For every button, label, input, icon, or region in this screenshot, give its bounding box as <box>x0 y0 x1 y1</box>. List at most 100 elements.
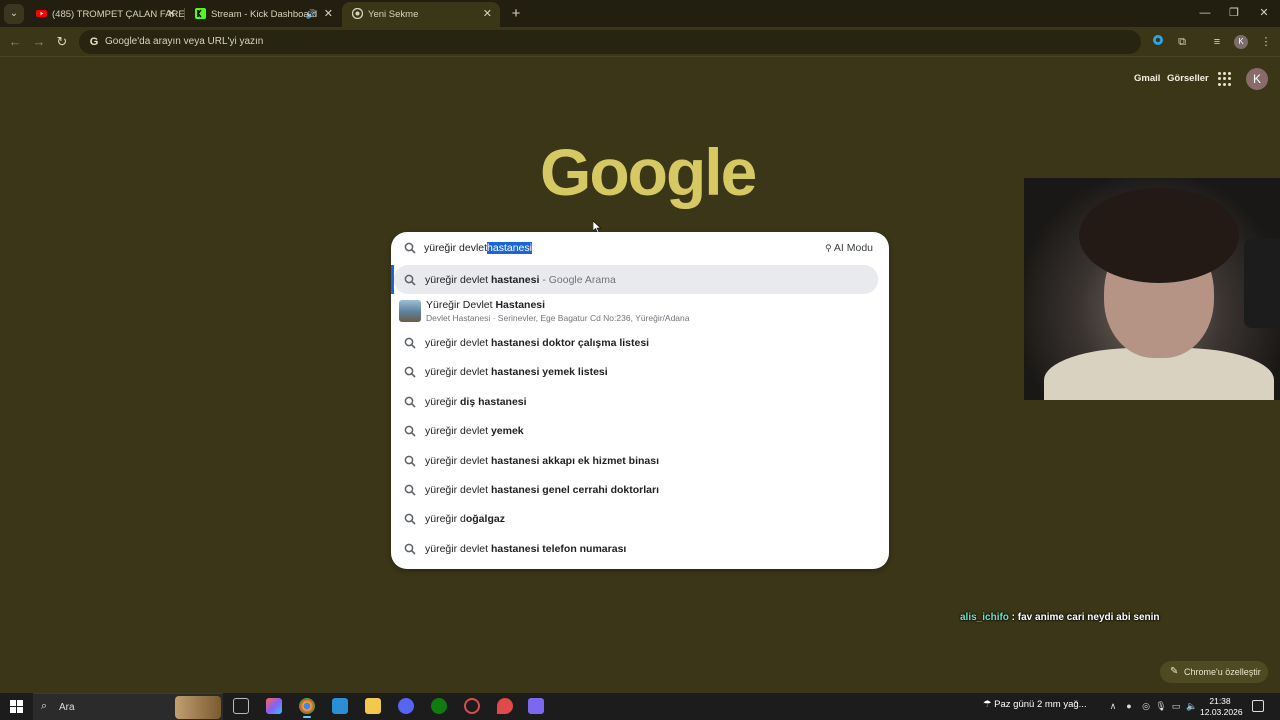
copilot-icon[interactable] <box>266 698 282 714</box>
search-icon <box>404 543 416 555</box>
close-icon[interactable]: ✕ <box>483 2 492 27</box>
menu-kebab-icon[interactable]: ⋮ <box>1258 34 1274 50</box>
microphone-icon[interactable]: 🎙 <box>1155 700 1167 712</box>
minimize-icon[interactable]: — <box>1196 4 1214 22</box>
tab-new-tab[interactable]: Yeni Sekme ✕ <box>342 2 500 27</box>
suggestion-text: yüreğir devlet hastanesi akkapı ek hizme… <box>425 454 660 467</box>
taskbar-search[interactable]: ⌕ Ara <box>33 693 223 720</box>
highlight-bar <box>391 265 394 294</box>
file-explorer-icon[interactable] <box>365 698 381 714</box>
rain-umbrella-icon: ☂ <box>983 699 992 710</box>
suggestion-text: yüreğir devlet hastanesi genel cerrahi d… <box>425 484 660 496</box>
suggestion-google-search[interactable]: yüreğir devlet hastanesi - Google Arama <box>391 265 878 294</box>
suggestion-item[interactable]: yüreğir devlet hastanesi telefon numaras… <box>391 534 889 563</box>
chrome-icon <box>351 4 364 20</box>
extension-copilot-icon[interactable] <box>1150 34 1166 50</box>
close-icon[interactable]: ✕ <box>324 2 333 27</box>
search-icon <box>404 514 416 525</box>
reload-icon[interactable]: ↻ <box>53 33 71 51</box>
search-icon <box>404 242 416 254</box>
search-suggestions-panel: yüreğir devlethastanesi ⚲ AI Modu yüreği… <box>391 232 889 569</box>
suggestion-text: yüreğir devlet yemek <box>425 425 524 438</box>
obs-icon[interactable] <box>464 698 480 714</box>
suggestion-item[interactable]: yüreğir devlet hastanesi genel cerrahi d… <box>391 475 889 504</box>
search-icon <box>404 484 416 496</box>
address-placeholder: Google'da arayın veya URL'yi yazın <box>105 36 264 47</box>
youtube-icon <box>36 4 47 17</box>
webcam-overlay <box>1024 178 1280 400</box>
pencil-icon: ✎ <box>1170 666 1179 677</box>
tab-title: Stream - Kick Dashboard <box>211 9 318 20</box>
browser-toolbar: ← → ↻ G Google'da arayın veya URL'yi yaz… <box>0 27 1280 57</box>
hospital-thumbnail <box>399 300 421 322</box>
chrome-taskbar-icon[interactable] <box>299 698 315 718</box>
suggestion-text: yüreğir doğalgaz <box>425 513 505 526</box>
chevron-up-icon[interactable]: ∧ <box>1107 700 1119 712</box>
new-tab-button[interactable]: + <box>506 4 526 24</box>
suggestion-item[interactable]: yüreğir devlet hastanesi yemek listesi <box>391 357 889 386</box>
volume-icon[interactable]: 🔈 <box>1186 700 1198 712</box>
tray-app-2-icon[interactable]: ◎ <box>1140 700 1152 712</box>
clock[interactable]: 21:38 12.03.2026 <box>1200 696 1243 718</box>
search-icon <box>404 337 416 349</box>
suggestion-text: yüreğir diş hastanesi <box>425 395 527 408</box>
suggestion-place-result[interactable]: Yüreğir Devlet Hastanesi Devlet Hastanes… <box>391 296 889 326</box>
notification-icon[interactable] <box>1252 700 1264 712</box>
suggestion-text: yüreğir devlet hastanesi doktor çalışma … <box>425 337 650 349</box>
streamer-hair <box>1079 188 1239 283</box>
search-icon <box>404 274 416 286</box>
search-query: yüreğir devlethastanesi <box>424 242 532 254</box>
address-bar[interactable]: G Google'da arayın veya URL'yi yazın <box>79 30 1141 54</box>
forward-icon[interactable]: → <box>30 33 48 51</box>
pin-app-icon[interactable] <box>497 698 513 714</box>
windows-taskbar: ⌕ Ara <box>0 693 1280 720</box>
xbox-icon[interactable] <box>431 698 447 714</box>
media-control-icon[interactable]: ≡ <box>1209 34 1225 50</box>
profile-avatar[interactable]: K <box>1234 35 1248 49</box>
start-windows-icon[interactable] <box>10 700 23 713</box>
speaker-icon[interactable]: 🔊 <box>306 2 317 27</box>
close-icon[interactable]: ✕ <box>167 2 176 27</box>
headphones <box>1244 238 1280 328</box>
search-icon <box>404 367 416 378</box>
task-view-icon[interactable] <box>233 698 249 714</box>
suggestion-item[interactable]: yüreğir diş hastanesi <box>391 387 889 416</box>
tab-strip: ⌄ (485) TROMPET ÇALAN FARE A ✕ Stream - … <box>0 0 1280 27</box>
ai-mode-button[interactable]: ⚲ AI Modu <box>819 238 879 258</box>
tray-app-icon[interactable]: ● <box>1123 700 1135 712</box>
gmail-link[interactable]: Gmail <box>1134 73 1160 84</box>
google-apps-icon[interactable] <box>1218 72 1232 86</box>
suggestion-item[interactable]: yüreğir doğalgaz <box>391 504 889 533</box>
chat-message: alis_ichifo : fav anime cari neydi abi s… <box>960 612 1160 623</box>
tab-search-button[interactable]: ⌄ <box>4 4 24 24</box>
suggestion-text: yüreğir devlet hastanesi telefon numaras… <box>425 542 627 555</box>
google-account-avatar[interactable]: K <box>1246 68 1268 90</box>
customize-chrome-button[interactable]: ✎ Chrome'u özelleştir <box>1160 661 1268 683</box>
search-input[interactable]: yüreğir devlethastanesi ⚲ AI Modu <box>391 232 889 264</box>
tab-title: Yeni Sekme <box>368 9 419 20</box>
images-link[interactable]: Görseller <box>1167 73 1209 84</box>
tab-title: (485) TROMPET ÇALAN FARE A <box>52 9 184 20</box>
extensions-puzzle-icon[interactable]: ⧉ <box>1174 34 1190 50</box>
stream-app-icon[interactable] <box>528 698 544 714</box>
search-icon <box>404 425 416 437</box>
restore-icon[interactable]: ❐ <box>1225 4 1243 22</box>
suggestion-item[interactable]: yüreğir devlet hastanesi akkapı ek hizme… <box>391 446 889 475</box>
weather-widget[interactable]: ☂ Paz günü 2 mm yağ... <box>983 699 1087 710</box>
selected-text: hastanesi <box>487 242 532 254</box>
search-icon <box>404 455 416 467</box>
search-highlight-image <box>175 696 221 719</box>
back-icon[interactable]: ← <box>6 33 24 51</box>
ai-sparkle-icon: ⚲ <box>824 243 832 253</box>
suggestion-item[interactable]: yüreğir devlet hastanesi doktor çalışma … <box>391 328 889 357</box>
network-icon[interactable]: ▭ <box>1170 700 1182 712</box>
tab-kick[interactable]: Stream - Kick Dashboard 🔊 ✕ <box>185 2 341 27</box>
discord-icon[interactable] <box>398 698 414 714</box>
search-icon <box>404 396 416 408</box>
app-store-icon[interactable] <box>332 698 348 714</box>
close-window-icon[interactable]: ✕ <box>1255 4 1273 22</box>
google-logo: Google <box>540 135 757 209</box>
google-g-icon: G <box>89 36 99 48</box>
tab-youtube[interactable]: (485) TROMPET ÇALAN FARE A ✕ <box>26 2 184 27</box>
suggestion-item[interactable]: yüreğir devlet yemek <box>391 416 889 445</box>
